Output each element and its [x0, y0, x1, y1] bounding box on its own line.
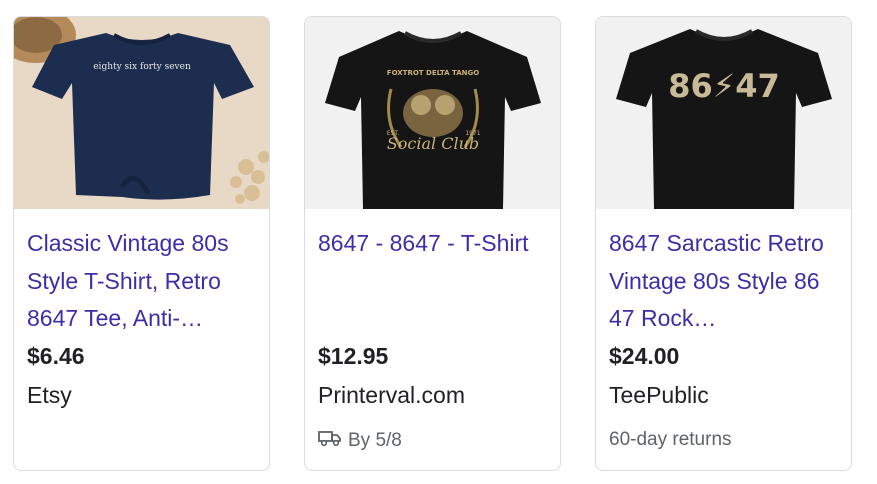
product-price: $24.00: [609, 343, 680, 369]
merchant-name: Printerval.com: [318, 382, 465, 408]
product-price: $6.46: [27, 343, 85, 369]
product-card[interactable]: FOXTROT DELTA TANGO EST. 1971 Social Clu…: [304, 16, 561, 471]
shirt-print-main: Social Club: [387, 134, 479, 153]
product-card[interactable]: 86⚡47 8647 Sarcastic Retro Vintage 80s S…: [595, 16, 852, 471]
shirt-print-text: eighty six forty seven: [93, 62, 191, 72]
delivery-date: By 5/8: [348, 430, 402, 451]
merchant-name: Etsy: [27, 382, 72, 408]
product-image[interactable]: eighty six forty seven: [14, 17, 269, 209]
returns-info: 60-day returns: [609, 429, 732, 450]
product-image[interactable]: FOXTROT DELTA TANGO EST. 1971 Social Clu…: [305, 17, 560, 209]
product-price: $12.95: [318, 343, 389, 369]
product-image[interactable]: 86⚡47: [596, 17, 851, 209]
product-card[interactable]: eighty six forty seven Classic Vintage 8…: [13, 16, 270, 471]
shirt-print-top: FOXTROT DELTA TANGO: [387, 69, 479, 77]
shirt-print-text: 86⚡47: [668, 67, 780, 105]
truck-icon: [318, 429, 342, 453]
product-title-link[interactable]: Classic Vintage 80s Style T-Shirt, Retro…: [27, 225, 259, 338]
delivery-info: By 5/8: [318, 429, 402, 453]
merchant-name: TeePublic: [609, 382, 709, 408]
product-title-link[interactable]: 8647 - 8647 - T-Shirt: [318, 225, 550, 263]
product-title-link[interactable]: 8647 Sarcastic Retro Vintage 80s Style 8…: [609, 225, 841, 338]
